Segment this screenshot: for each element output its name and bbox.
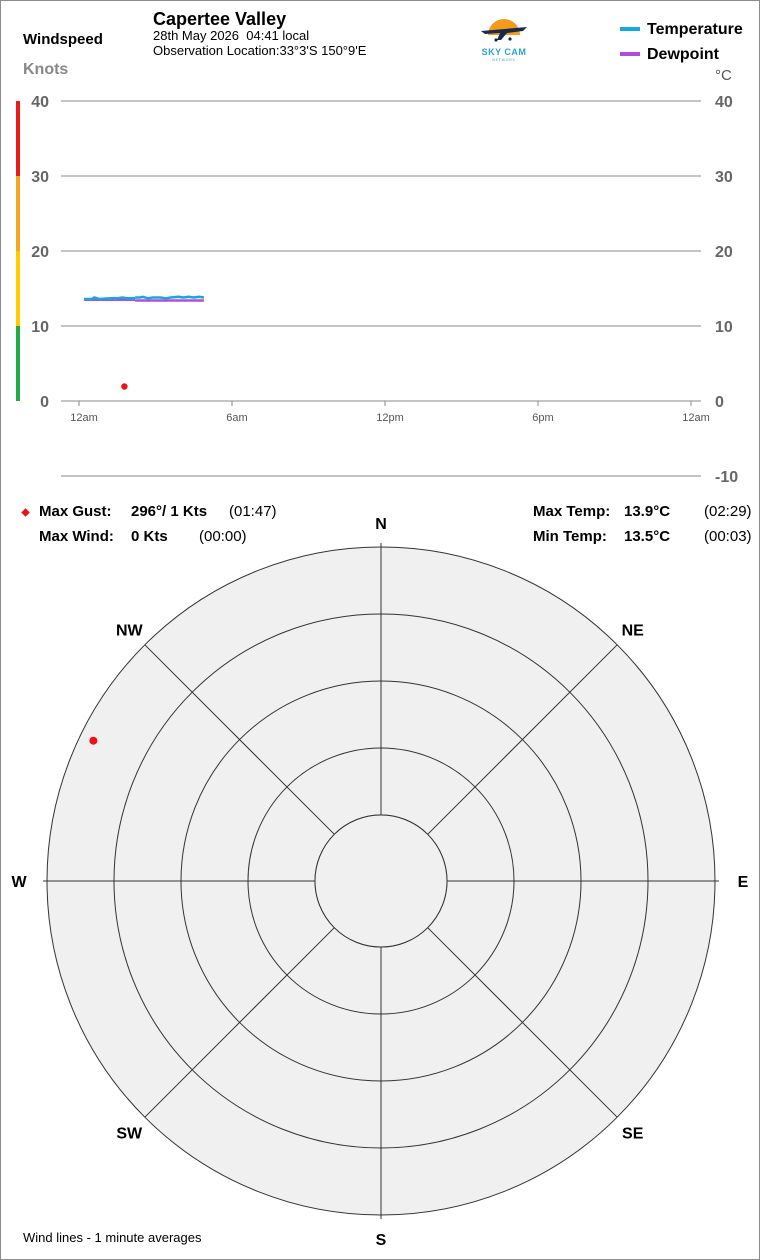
x-tick-label: 12am	[682, 412, 710, 424]
speed-band-10	[16, 251, 20, 326]
rose-label-se: SE	[622, 1126, 644, 1143]
y-right-tick-label: 10	[715, 319, 733, 336]
series-line-temperature-0	[84, 296, 110, 301]
x-tick-label: 6am	[226, 412, 247, 424]
series-line-temperature-1	[109, 296, 136, 300]
y-right-tick-label: 0	[715, 394, 724, 411]
rose-label-n: N	[375, 516, 387, 533]
rose-gust-point	[89, 736, 98, 745]
y-left-tick-label: 40	[31, 94, 49, 111]
weather-display: Capertee Valley 28th May 2026 04:41 loca…	[0, 0, 760, 1260]
speed-band-20	[16, 176, 20, 251]
rose-label-sw: SW	[116, 1126, 143, 1143]
y-left-tick-label: 30	[31, 169, 49, 186]
time-series-chart: -10 0 10 20 30 40 0 10 20 30 40 12am 6am 12pm 6pm 12am	[16, 94, 738, 486]
x-tick-label: 12am	[70, 412, 98, 424]
series-line-temperature-2	[135, 295, 205, 300]
rose-center-ring	[314, 814, 448, 948]
rose-label-e: E	[738, 874, 749, 891]
rose-label-w: W	[11, 874, 27, 891]
y-left-tick-label: 0	[40, 394, 49, 411]
y-left-tick-label: 20	[31, 244, 49, 261]
speed-band-30	[16, 101, 20, 176]
y-right-tick-label: -10	[715, 469, 738, 486]
y-right-tick-label: 30	[715, 169, 733, 186]
footnote: Wind lines - 1 minute averages	[23, 1230, 202, 1245]
y-right-tick-label: 40	[715, 94, 733, 111]
rose-label-s: S	[376, 1232, 387, 1249]
wind-rose-chart: N NE E SE S SW W NW	[11, 516, 749, 1249]
speed-band-0	[16, 326, 20, 401]
x-tick-label: 6pm	[532, 412, 553, 424]
rose-label-ne: NE	[622, 622, 645, 639]
x-tick-label: 12pm	[376, 412, 404, 424]
rose-label-nw: NW	[116, 622, 144, 639]
gust-point	[121, 383, 128, 390]
y-left-tick-label: 10	[31, 319, 49, 336]
y-right-tick-label: 20	[715, 244, 733, 261]
